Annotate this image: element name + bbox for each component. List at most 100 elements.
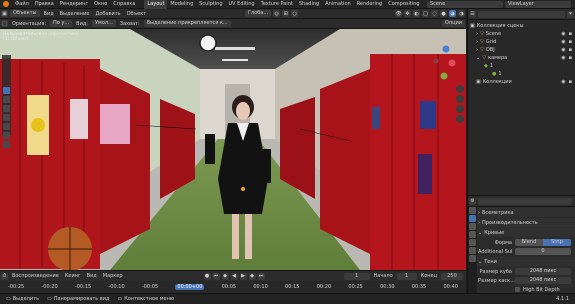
shading-material-icon[interactable]: ◕ — [449, 10, 456, 17]
tab-modeling[interactable]: Modeling — [167, 0, 196, 9]
menu-view[interactable]: Вид — [41, 11, 57, 17]
prev-key-icon[interactable]: ◆ — [221, 272, 229, 280]
expand-icon[interactable]: › — [476, 31, 478, 37]
outliner-item[interactable]: › ▽ Scene ◉ ▪ — [468, 30, 575, 38]
tab-animation[interactable]: Animation — [322, 0, 354, 9]
shading-solid-icon[interactable]: ● — [440, 10, 447, 17]
render-camera-icon[interactable]: ▪ — [569, 31, 572, 37]
shading-wireframe-icon[interactable]: ◌ — [431, 10, 438, 17]
cursor-tool-icon[interactable] — [3, 96, 10, 103]
tool-tab-icon[interactable] — [469, 207, 476, 214]
filter-icon[interactable]: ⏷ — [567, 10, 574, 18]
gizmo-icon[interactable]: ✥ — [404, 10, 411, 17]
mode-dropdown[interactable]: Объекты — [10, 10, 40, 17]
zoom-icon[interactable] — [456, 85, 464, 93]
cube-size-dropdown[interactable]: 2048 пикс — [515, 268, 571, 275]
render-camera-icon[interactable]: ▪ — [569, 79, 572, 85]
menu-edit[interactable]: Правка — [32, 1, 57, 7]
outliner-search-input[interactable] — [478, 10, 565, 18]
visibility-eye-icon[interactable]: ◉ — [561, 47, 565, 53]
tab-compositing[interactable]: Compositing — [385, 0, 422, 9]
outliner-item[interactable]: › ▽ OBJ ◉ ▪ — [468, 46, 575, 54]
options-dropdown[interactable]: Опции — [441, 20, 465, 27]
tab-shading[interactable]: Shading — [296, 0, 322, 9]
orientation-dropdown[interactable]: По у... — [50, 20, 73, 27]
menu-render[interactable]: Рендеринг — [57, 1, 91, 7]
menu-playback[interactable]: Воспроизведение — [9, 273, 62, 279]
play-reverse-icon[interactable]: ◀ — [230, 272, 238, 280]
panel-performance[interactable]: › Производительность — [468, 218, 575, 227]
start-frame-field[interactable]: 1 — [396, 272, 417, 280]
timeline-editor-icon[interactable]: ⏱ — [1, 272, 8, 280]
view-layer-selector[interactable]: ViewLayer — [505, 0, 571, 8]
scene-tab-icon[interactable] — [469, 239, 476, 246]
jump-end-icon[interactable]: ⏭ — [257, 272, 265, 280]
properties-editor-icon[interactable]: ⚙ — [469, 197, 476, 205]
snap-dropdown[interactable]: Выделение прикрепляется к... — [143, 20, 231, 27]
snap-icon[interactable]: ⊞ — [282, 10, 290, 17]
menu-add[interactable]: Добавить — [92, 11, 123, 17]
rotate-tool-icon[interactable] — [3, 114, 10, 121]
menu-help[interactable]: Справка — [110, 1, 138, 7]
current-frame-field[interactable]: 1 — [343, 272, 370, 280]
collapse-icon[interactable]: ⌄ — [476, 55, 480, 61]
editor-type-icon[interactable]: ▣ — [1, 10, 8, 17]
panel-shadows[interactable]: ⌄ Тени — [468, 257, 575, 266]
render-camera-icon[interactable]: ▪ — [569, 39, 572, 45]
record-icon[interactable]: ● — [203, 272, 211, 280]
next-key-icon[interactable]: ◆ — [248, 272, 256, 280]
output-tab-icon[interactable] — [469, 223, 476, 230]
timeline-ruler[interactable]: -00:25 -00:20 -00:15 -00:10 -00:05 00:00… — [0, 281, 466, 293]
panel-simplify[interactable]: › Всеметрика — [468, 208, 575, 217]
outliner-item[interactable]: ● 1 — [468, 70, 575, 78]
transform-tool-icon[interactable] — [3, 132, 10, 139]
menu-select[interactable]: Выделение — [57, 11, 93, 17]
pan-hand-icon[interactable] — [456, 95, 464, 103]
proportional-icon[interactable]: ○ — [291, 10, 299, 17]
scene-selector[interactable]: Scene — [427, 0, 503, 8]
world-tab-icon[interactable] — [469, 247, 476, 254]
cascade-size-dropdown[interactable]: 2048 пикс — [515, 277, 571, 284]
visibility-eye-icon[interactable]: ◉ — [561, 55, 565, 61]
render-tab-icon[interactable] — [469, 215, 476, 222]
expand-icon[interactable]: › — [476, 47, 478, 53]
menu-object[interactable]: Объект — [124, 11, 150, 17]
annotate-tool-icon[interactable] — [3, 141, 10, 148]
visibility-eye-icon[interactable]: ◉ — [561, 79, 565, 85]
move-tool-icon[interactable] — [3, 105, 10, 112]
additional-subdiv-field[interactable]: 0 — [515, 248, 571, 255]
menu-file[interactable]: Файл — [12, 1, 32, 7]
tab-sculpting[interactable]: Sculpting — [196, 0, 225, 9]
form-option-strip[interactable]: Strip — [543, 239, 571, 246]
camera-view-icon[interactable] — [456, 105, 464, 113]
menu-window[interactable]: Окно — [91, 1, 110, 7]
shading-rendered-icon[interactable]: ◑ — [458, 10, 465, 17]
blender-logo-icon[interactable] — [3, 1, 9, 7]
visibility-icon[interactable]: 👁 — [395, 10, 402, 17]
outliner-item[interactable]: › ▽ Grid ◉ ▪ — [468, 38, 575, 46]
outliner-item[interactable]: ⌄ ▽ камера ◉ ▪ — [468, 54, 575, 62]
menu-keying[interactable]: Кеинг — [62, 273, 84, 279]
object-tab-icon[interactable] — [469, 255, 476, 262]
tab-texture-paint[interactable]: Texture Paint — [258, 0, 296, 9]
scale-tool-icon[interactable] — [3, 123, 10, 130]
jump-start-icon[interactable]: ⏮ — [212, 272, 220, 280]
outliner-editor-icon[interactable]: ☰ — [469, 10, 476, 18]
overlay-icon[interactable]: ◐ — [413, 10, 420, 17]
tab-rendering[interactable]: Rendering — [354, 0, 386, 9]
menu-timeline-view[interactable]: Вид — [84, 273, 100, 279]
tab-uv-editing[interactable]: UV Editing — [226, 0, 258, 9]
visibility-eye-icon[interactable]: ◉ — [561, 39, 565, 45]
select-box-icon[interactable]: ⬚ — [1, 20, 8, 27]
visibility-eye-icon[interactable]: ◉ — [561, 31, 565, 37]
outliner-item[interactable]: ▣ Коллекции ◉ ▪ — [468, 78, 575, 86]
properties-search-input[interactable] — [478, 197, 572, 205]
pivot-icon[interactable]: ◎ — [273, 10, 281, 17]
menu-marker[interactable]: Маркер — [100, 273, 126, 279]
3d-viewport[interactable]: Пользовательская перспектива (1) Объект — [0, 29, 466, 270]
outliner-item[interactable]: ◆ 1 — [468, 62, 575, 70]
drag-view-dropdown[interactable]: Умол... — [92, 20, 116, 27]
panel-curves[interactable]: ⌄ Кривые — [468, 228, 575, 237]
expand-icon[interactable]: › — [476, 39, 478, 45]
grid-view-icon[interactable] — [456, 115, 464, 123]
